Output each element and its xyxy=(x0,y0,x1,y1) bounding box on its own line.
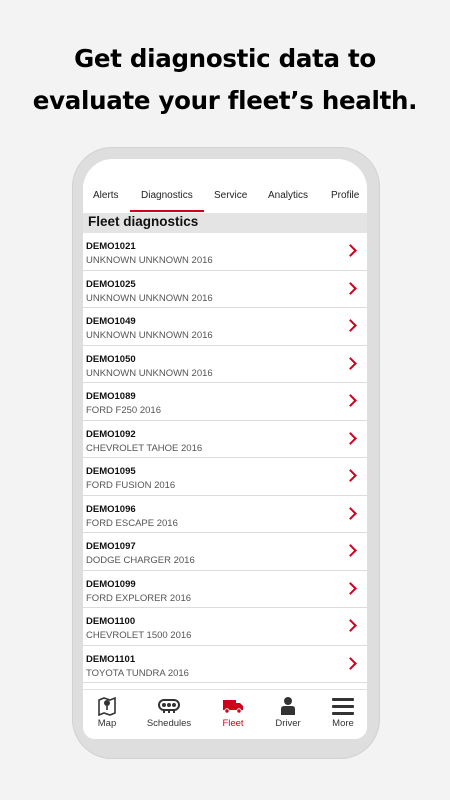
vehicle-row[interactable]: DEMO1092 CHEVROLET TAHOE 2016 xyxy=(83,420,367,458)
chevron-right-icon[interactable] xyxy=(344,544,357,557)
vehicle-id: DEMO1089 xyxy=(86,391,136,402)
chevron-right-icon[interactable] xyxy=(344,469,357,482)
chevron-right-icon[interactable] xyxy=(344,656,357,670)
tab-service[interactable]: Service xyxy=(214,190,247,201)
schedules-icon xyxy=(158,699,180,713)
vehicle-id: DEMO1025 xyxy=(86,278,136,290)
vehicle-row[interactable]: DEMO1095 FORD FUSION 2016 xyxy=(83,458,367,496)
chevron-right-icon[interactable] xyxy=(344,244,357,257)
tab-analytics[interactable]: Analytics xyxy=(268,190,308,201)
nav-item-more[interactable]: More xyxy=(315,696,367,729)
vehicle-row[interactable]: DEMO1021 UNKNOWN UNKNOWN 2016 xyxy=(83,233,367,271)
vehicle-description: FORD FUSION 2016 xyxy=(86,480,176,491)
vehicle-description: CHEVROLET TAHOE 2016 xyxy=(86,442,203,454)
headline-line-1: Get diagnostic data to xyxy=(74,44,376,73)
chevron-right-icon[interactable] xyxy=(344,319,357,332)
vehicle-row[interactable]: DEMO1101 TOYOTA TUNDRA 2016 xyxy=(83,645,367,683)
chevron-right-icon[interactable] xyxy=(344,619,357,632)
section-header: Fleet diagnostics xyxy=(83,213,367,233)
vehicle-description: UNKNOWN UNKNOWN 2016 xyxy=(86,292,213,304)
tab-profile[interactable]: Profile xyxy=(331,190,359,201)
active-tab-indicator xyxy=(130,210,204,212)
vehicle-id: DEMO1050 xyxy=(86,353,136,365)
vehicle-row[interactable]: DEMO1049 UNKNOWN UNKNOWN 2016 xyxy=(83,308,367,346)
vehicle-row[interactable]: DEMO1100 CHEVROLET 1500 2016 xyxy=(83,608,367,646)
map-icon xyxy=(98,696,116,716)
tab-alerts[interactable]: Alerts xyxy=(93,190,119,201)
chevron-right-icon[interactable] xyxy=(344,356,357,370)
vehicle-list: DEMO1021 UNKNOWN UNKNOWN 2016 DEMO1025 UNKN… xyxy=(83,233,367,683)
nav-label-driver: Driver xyxy=(275,718,301,729)
vehicle-row[interactable]: DEMO1050 UNKNOWN UNKNOWN 2016 xyxy=(83,345,367,383)
driver-icon xyxy=(281,697,295,715)
vehicle-description: CHEVROLET 1500 2016 xyxy=(86,630,192,641)
vehicle-row[interactable]: DEMO1099 FORD EXPLORER 2016 xyxy=(83,570,367,608)
app-screen: Alerts Diagnostics Service Analytics Pro… xyxy=(83,159,367,739)
vehicle-description: FORD F250 2016 xyxy=(86,405,161,416)
vehicle-id: DEMO1097 xyxy=(86,541,136,552)
vehicle-id: DEMO1092 xyxy=(86,428,136,440)
vehicle-id: DEMO1096 xyxy=(86,503,136,515)
top-tab-bar: Alerts Diagnostics Service Analytics Pro… xyxy=(83,159,367,213)
nav-item-driver[interactable]: Driver xyxy=(260,696,316,729)
section-title: Fleet diagnostics xyxy=(88,214,199,229)
nav-item-map[interactable]: Map xyxy=(83,696,135,729)
vehicle-description: TOYOTA TUNDRA 2016 xyxy=(86,667,189,679)
tab-diagnostics[interactable]: Diagnostics xyxy=(141,190,193,201)
vehicle-id: DEMO1021 xyxy=(86,241,136,252)
vehicle-row[interactable]: DEMO1097 DODGE CHARGER 2016 xyxy=(83,533,367,571)
vehicle-id: DEMO1095 xyxy=(86,466,136,477)
menu-icon xyxy=(332,698,354,715)
nav-item-schedules[interactable]: Schedules xyxy=(141,696,197,729)
vehicle-row[interactable]: DEMO1025 UNKNOWN UNKNOWN 2016 xyxy=(83,270,367,308)
bottom-nav-bar: Map Schedules Fleet Driver More xyxy=(83,689,367,739)
vehicle-id: DEMO1101 xyxy=(86,653,136,665)
vehicle-id: DEMO1049 xyxy=(86,316,136,327)
nav-label-fleet: Fleet xyxy=(222,718,244,729)
vehicle-id: DEMO1099 xyxy=(86,578,136,590)
vehicle-row[interactable]: DEMO1096 FORD ESCAPE 2016 xyxy=(83,495,367,533)
vehicle-description: UNKNOWN UNKNOWN 2016 xyxy=(86,255,213,266)
headline-line-2: evaluate your fleet’s health. xyxy=(32,86,418,115)
vehicle-description: FORD ESCAPE 2016 xyxy=(86,517,178,529)
vehicle-description: DODGE CHARGER 2016 xyxy=(86,555,195,566)
vehicle-id: DEMO1100 xyxy=(86,616,136,627)
promo-headline: Get diagnostic data to evaluate your fle… xyxy=(0,38,450,122)
nav-label-map: Map xyxy=(97,718,117,729)
chevron-right-icon[interactable] xyxy=(344,431,357,445)
chevron-right-icon[interactable] xyxy=(344,394,357,407)
vehicle-description: UNKNOWN UNKNOWN 2016 xyxy=(86,367,213,379)
nav-label-more: More xyxy=(332,718,354,729)
chevron-right-icon[interactable] xyxy=(344,281,357,295)
nav-label-schedules: Schedules xyxy=(146,718,192,729)
vehicle-description: FORD EXPLORER 2016 xyxy=(86,592,192,604)
vehicle-row[interactable]: DEMO1089 FORD F250 2016 xyxy=(83,383,367,421)
truck-icon xyxy=(223,700,243,714)
nav-item-fleet[interactable]: Fleet xyxy=(205,696,261,729)
vehicle-description: UNKNOWN UNKNOWN 2016 xyxy=(86,330,213,341)
chevron-right-icon[interactable] xyxy=(344,581,357,595)
chevron-right-icon[interactable] xyxy=(344,506,357,520)
